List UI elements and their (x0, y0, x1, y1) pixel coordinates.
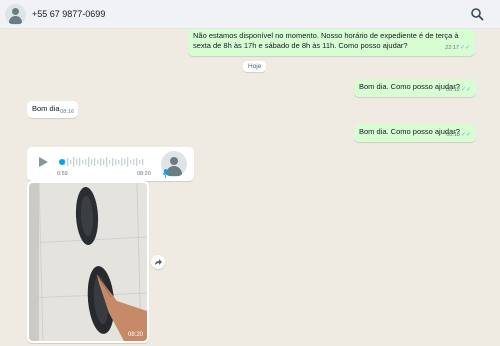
search-icon[interactable] (470, 7, 484, 21)
chat-area: Não estamos disponível no momento. Nosso… (0, 29, 500, 346)
play-icon[interactable] (37, 156, 49, 168)
video-frame (29, 183, 147, 341)
message-time: 08:12 (446, 87, 460, 93)
contact-avatar[interactable] (5, 4, 26, 25)
message-time: 08:16 (60, 109, 74, 115)
forward-button[interactable] (151, 255, 165, 269)
read-ticks-icon: ✓✓ (459, 45, 470, 51)
message-time: 08:20 (137, 171, 151, 177)
message-outgoing[interactable]: Bom dia. Como posso ajudar? 08:12✓✓ (354, 79, 476, 97)
message-time: 22:17 (445, 45, 459, 51)
read-ticks-icon: ✓✓ (460, 132, 471, 138)
contact-name[interactable]: +55 67 9877-0699 (32, 9, 105, 19)
voice-message: 0:59 08:20 (27, 147, 194, 181)
read-ticks-icon: ✓✓ (460, 87, 471, 93)
video-thumbnail[interactable]: 08:20 (29, 183, 147, 341)
video-message[interactable]: 08:20 (27, 181, 149, 343)
message-incoming[interactable]: Bom dia 08:16 (27, 101, 78, 118)
forward-icon (155, 259, 162, 265)
audio-waveform[interactable] (59, 156, 147, 168)
video-time: 08:20 (127, 332, 143, 338)
message-text: Não estamos disponível no momento. Nosso… (193, 31, 459, 50)
date-divider: Hoje (243, 61, 267, 72)
message-time: 08:18 (446, 132, 460, 138)
microphone-icon (162, 169, 169, 178)
message-outgoing[interactable]: Não estamos disponível no momento. Nosso… (188, 29, 475, 56)
chat-header: +55 67 9877-0699 (0, 0, 500, 29)
audio-duration: 0:59 (57, 171, 68, 177)
message-outgoing[interactable]: Bom dia. Como posso ajudar? 08:18✓✓ (354, 124, 476, 142)
